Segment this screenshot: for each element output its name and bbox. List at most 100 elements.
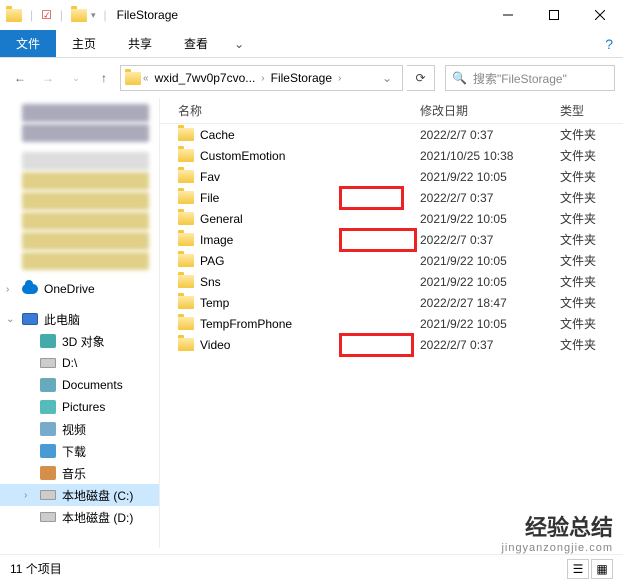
table-row[interactable]: PAG2021/9/22 10:05文件夹 xyxy=(160,250,623,271)
file-type: 文件夹 xyxy=(560,336,623,353)
chevron-right-icon[interactable]: › xyxy=(6,284,9,295)
sidebar-item-pictures[interactable]: Pictures xyxy=(0,396,159,418)
sidebar-item-3dobjects[interactable]: 3D 对象 xyxy=(0,330,159,352)
file-date: 2022/2/7 0:37 xyxy=(420,128,560,142)
sidebar-item-thispc[interactable]: ⌄ 此电脑 xyxy=(0,308,159,330)
table-row[interactable]: Sns2021/9/22 10:05文件夹 xyxy=(160,271,623,292)
file-name: TempFromPhone xyxy=(200,317,292,331)
file-name: PAG xyxy=(200,254,224,268)
file-name: Video xyxy=(200,338,230,352)
table-row[interactable]: Cache2022/2/7 0:37文件夹 xyxy=(160,124,623,145)
minimize-button[interactable] xyxy=(485,0,531,30)
file-list-pane: 名称 修改日期 类型 Cache2022/2/7 0:37文件夹CustomEm… xyxy=(160,98,623,548)
chevron-right-icon[interactable]: › xyxy=(24,490,27,501)
file-date: 2021/9/22 10:05 xyxy=(420,212,560,226)
column-header-type[interactable]: 类型 xyxy=(560,102,623,119)
chevron-down-icon[interactable]: ⌄ xyxy=(6,314,14,325)
blurred-item xyxy=(22,172,149,190)
sidebar-item-local-d[interactable]: 本地磁盘 (D:) xyxy=(0,506,159,528)
folder-icon xyxy=(178,149,194,162)
dropdown-icon[interactable]: ▾ xyxy=(91,10,96,21)
checkbox-icon[interactable]: ☑ xyxy=(41,8,52,22)
sidebar-item-downloads[interactable]: 下载 xyxy=(0,440,159,462)
ribbon-tabs: 文件 主页 共享 查看 ⌄ ? xyxy=(0,30,623,58)
close-button[interactable] xyxy=(577,0,623,30)
folder-icon xyxy=(178,317,194,330)
search-input[interactable]: 🔍 搜索"FileStorage" xyxy=(445,65,615,91)
sidebar-item-label: Documents xyxy=(62,378,123,392)
search-placeholder: 搜索"FileStorage" xyxy=(473,70,567,87)
details-view-button[interactable]: ☰ xyxy=(567,559,589,579)
blurred-item xyxy=(22,152,149,170)
column-header-date[interactable]: 修改日期 xyxy=(420,102,560,119)
sidebar-item-label: OneDrive xyxy=(44,282,95,296)
column-header-name[interactable]: 名称 xyxy=(160,102,420,119)
navigation-bar: ← → ⌄ ↑ « wxid_7wv0p7cvo... › FileStorag… xyxy=(0,58,623,98)
sidebar-item-d-drive[interactable]: D:\ xyxy=(0,352,159,374)
table-row[interactable]: TempFromPhone2021/9/22 10:05文件夹 xyxy=(160,313,623,334)
folder-icon xyxy=(178,275,194,288)
chevron-left-icon[interactable]: « xyxy=(143,73,149,84)
tab-home[interactable]: 主页 xyxy=(56,30,112,57)
file-date: 2021/9/22 10:05 xyxy=(420,170,560,184)
separator: | xyxy=(60,8,63,22)
blurred-item xyxy=(22,212,149,230)
file-type: 文件夹 xyxy=(560,315,623,332)
sidebar-item-documents[interactable]: Documents xyxy=(0,374,159,396)
file-date: 2021/9/22 10:05 xyxy=(420,254,560,268)
tab-share[interactable]: 共享 xyxy=(112,30,168,57)
refresh-button[interactable]: ⟳ xyxy=(407,65,435,91)
breadcrumb[interactable]: wxid_7wv0p7cvo... xyxy=(151,69,260,87)
table-row[interactable]: General2021/9/22 10:05文件夹 xyxy=(160,208,623,229)
sidebar-item-label: 此电脑 xyxy=(44,311,80,328)
file-name: Temp xyxy=(200,296,229,310)
file-rows: Cache2022/2/7 0:37文件夹CustomEmotion2021/1… xyxy=(160,124,623,355)
sidebar-item-label: 音乐 xyxy=(62,465,86,482)
chevron-right-icon[interactable]: › xyxy=(261,73,264,84)
sidebar-item-videos[interactable]: 视频 xyxy=(0,418,159,440)
chevron-right-icon[interactable]: › xyxy=(338,73,341,84)
pictures-icon xyxy=(40,400,56,414)
sidebar-item-local-c[interactable]: › 本地磁盘 (C:) xyxy=(0,484,159,506)
tab-view[interactable]: 查看 xyxy=(168,30,224,57)
back-button[interactable]: ← xyxy=(8,66,32,90)
blurred-item xyxy=(22,104,149,122)
window-title: FileStorage xyxy=(117,8,178,22)
address-bar[interactable]: « wxid_7wv0p7cvo... › FileStorage › ⌄ xyxy=(120,65,403,91)
help-icon[interactable]: ? xyxy=(595,30,623,57)
tab-file[interactable]: 文件 xyxy=(0,30,56,57)
up-button[interactable]: ↑ xyxy=(92,66,116,90)
sidebar-item-music[interactable]: 音乐 xyxy=(0,462,159,484)
forward-button[interactable]: → xyxy=(36,66,60,90)
file-type: 文件夹 xyxy=(560,126,623,143)
breadcrumb[interactable]: FileStorage xyxy=(267,69,336,87)
table-row[interactable]: File2022/2/7 0:37文件夹 xyxy=(160,187,623,208)
table-row[interactable]: Fav2021/9/22 10:05文件夹 xyxy=(160,166,623,187)
file-type: 文件夹 xyxy=(560,210,623,227)
file-type: 文件夹 xyxy=(560,168,623,185)
main-area: › OneDrive ⌄ 此电脑 3D 对象 D:\ Documents xyxy=(0,98,623,548)
table-row[interactable]: Image2022/2/7 0:37文件夹 xyxy=(160,229,623,250)
status-bar: 11 个项目 ☰ ▦ xyxy=(0,554,623,582)
file-type: 文件夹 xyxy=(560,147,623,164)
watermark-text: 经验总结 xyxy=(501,510,613,542)
downloads-icon xyxy=(40,444,56,458)
sidebar-item-label: 下载 xyxy=(62,443,86,460)
table-row[interactable]: Video2022/2/7 0:37文件夹 xyxy=(160,334,623,355)
recent-dropdown[interactable]: ⌄ xyxy=(64,66,88,90)
maximize-button[interactable] xyxy=(531,0,577,30)
folder-icon xyxy=(178,296,194,309)
folder-icon xyxy=(178,191,194,204)
address-dropdown-icon[interactable]: ⌄ xyxy=(376,71,398,85)
file-name: File xyxy=(200,191,219,205)
table-row[interactable]: CustomEmotion2021/10/25 10:38文件夹 xyxy=(160,145,623,166)
expand-ribbon-icon[interactable]: ⌄ xyxy=(224,30,254,57)
drive-icon xyxy=(40,358,56,368)
watermark-url: jingyanzongjie.com xyxy=(501,542,613,554)
separator: | xyxy=(30,8,33,22)
icons-view-button[interactable]: ▦ xyxy=(591,559,613,579)
table-row[interactable]: Temp2022/2/27 18:47文件夹 xyxy=(160,292,623,313)
sidebar-item-onedrive[interactable]: › OneDrive xyxy=(0,278,159,300)
folder-icon xyxy=(178,233,194,246)
file-type: 文件夹 xyxy=(560,273,623,290)
